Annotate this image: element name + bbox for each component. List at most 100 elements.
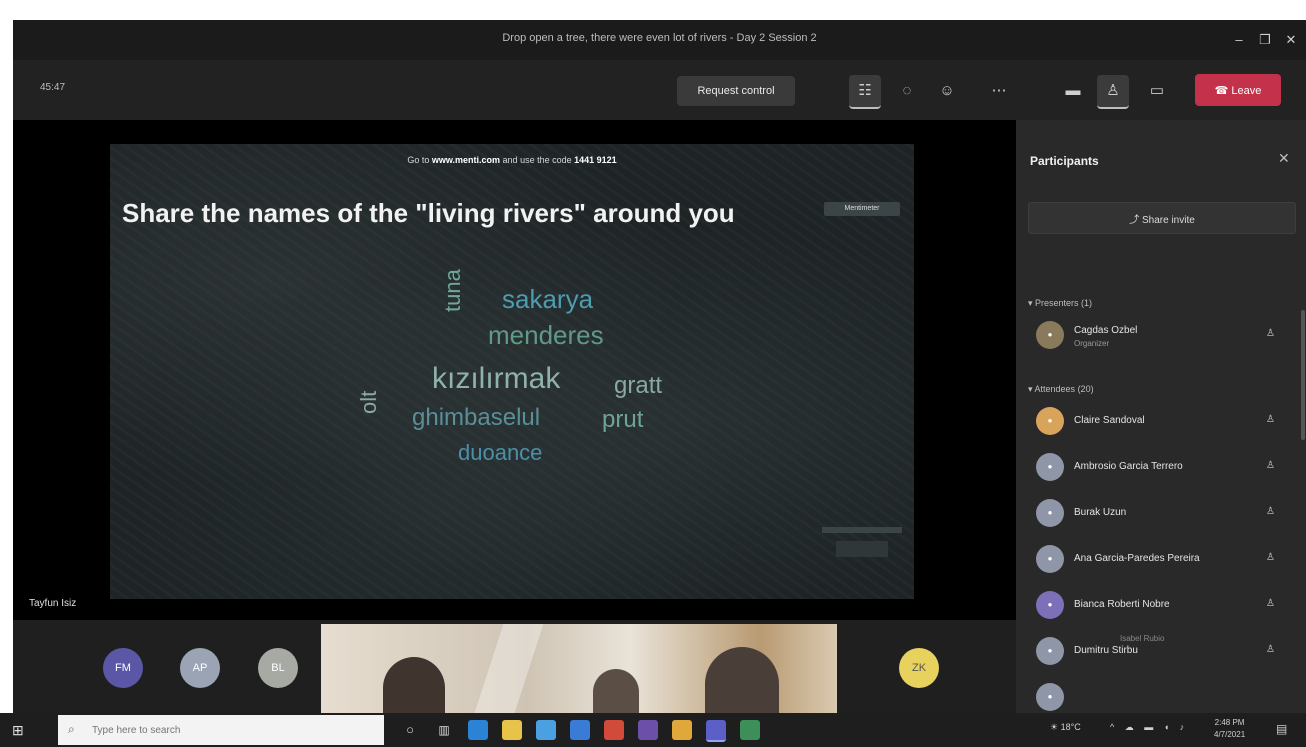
weather-widget[interactable]: ☀ 18°C (1050, 722, 1081, 733)
attendees-label: Attendees (20) (1034, 384, 1094, 394)
word-gratt: gratt (614, 372, 663, 399)
clock-time: 2:48 PM (1214, 718, 1245, 727)
cortana-icon[interactable]: ○ (400, 720, 420, 740)
avatar[interactable]: AP (180, 648, 220, 688)
word-menderes: menderes (488, 320, 604, 350)
share-invite-label: Share invite (1141, 214, 1195, 226)
edge-icon[interactable] (468, 720, 488, 740)
participants-panel: Participants ✕ ⤴ Share invite ▾ Presente… (1016, 120, 1306, 713)
word-prut: prut (602, 406, 644, 433)
avatar[interactable]: BL (258, 648, 298, 688)
onenote-icon[interactable] (638, 720, 658, 740)
participant-video-tile[interactable] (321, 624, 837, 713)
presenters-section[interactable]: ▾ Presenters (1) (1028, 298, 1092, 309)
speaker-name: Tayfun Isiz (25, 597, 81, 610)
avatar: ● (1036, 591, 1064, 619)
mic-icon: ♙ (1266, 644, 1275, 655)
excel-icon[interactable] (740, 720, 760, 740)
more-icon[interactable]: ⋯ (983, 75, 1015, 107)
participant-role: Organizer (1074, 339, 1110, 348)
word-ghimbaselul: ghimbaselul (412, 404, 541, 431)
meeting-toolbar: 45:47 Request control ☷ ◌ ☺ ⋯ ▬ ♙ ▭ ☎ Le… (13, 60, 1306, 120)
file-explorer-icon[interactable] (502, 720, 522, 740)
participant-row[interactable]: ● Cagdas Ozbel Organizer ♙ (1028, 316, 1298, 356)
teams-window: Drop open a tree, there were even lot of… (13, 20, 1306, 713)
join-mid: and use the code (500, 155, 575, 165)
weather-temp: 18°C (1060, 722, 1081, 732)
close-icon[interactable]: ✕ (1279, 28, 1303, 52)
shared-screen-stage: Go to www.menti.com and use the code 144… (13, 120, 1016, 620)
maximize-icon[interactable]: ❐ (1253, 28, 1277, 52)
footer-bar (836, 541, 888, 557)
notifications-icon[interactable]: ▤ (1276, 722, 1287, 736)
request-control-button[interactable]: Request control (677, 76, 795, 106)
attendees-section[interactable]: ▾ Attendees (20) (1028, 384, 1094, 395)
mic-icon[interactable]: ♙ (1097, 75, 1129, 109)
share-icon[interactable]: ▭ (1141, 75, 1173, 107)
word-kizilirmak: kızılırmak (432, 362, 561, 395)
mic-icon: ♙ (1266, 552, 1275, 563)
leave-label: Leave (1231, 84, 1262, 97)
search-icon: ⌕ (68, 722, 75, 736)
word-sakarya: sakarya (502, 284, 594, 314)
video-person (705, 647, 779, 713)
teams-icon[interactable] (706, 720, 726, 742)
office-icon[interactable] (604, 720, 624, 740)
avatar: ● (1036, 407, 1064, 435)
participant-row[interactable]: ● Ana Garcia-Paredes Pereira ♙ (1028, 540, 1298, 580)
system-tray-icons[interactable]: ^ ☁ ▬ ◖ ♪ (1110, 722, 1188, 733)
mail-icon[interactable] (570, 720, 590, 740)
close-icon[interactable]: ✕ (1278, 150, 1290, 167)
participant-row[interactable]: ● Bianca Roberti Nobre ♙ (1028, 586, 1298, 626)
participant-name: Ana Garcia-Paredes Pereira (1074, 553, 1200, 564)
minimize-icon[interactable]: – (1227, 28, 1251, 52)
join-site: www.menti.com (431, 155, 501, 165)
join-prefix: Go to (407, 155, 432, 165)
avatar: ● (1036, 453, 1064, 481)
windows-start-icon[interactable]: ⊞ (12, 722, 28, 738)
avatar: ● (1036, 683, 1064, 711)
video-light-beam (474, 624, 544, 713)
participant-row[interactable]: ● (1028, 678, 1298, 713)
windows-taskbar: ⊞ ⌕ ○ ▥ ☀ 18°C ^ ☁ ▬ ◖ ♪ 2:48 PM 4/7/202… (0, 713, 1306, 747)
avatar[interactable]: ZK (899, 648, 939, 688)
reactions-icon[interactable]: ☺ (931, 75, 963, 107)
avatar: ● (1036, 545, 1064, 573)
chat-icon[interactable]: ◌ (891, 75, 923, 107)
search-input[interactable] (58, 715, 384, 745)
participant-row[interactable]: ● Ambrosio Garcia Terrero ♙ (1028, 448, 1298, 488)
video-person (593, 669, 639, 713)
store-icon[interactable] (536, 720, 556, 740)
avatar: ● (1036, 637, 1064, 665)
presenters-label: Presenters (1) (1035, 298, 1093, 308)
mentimeter-slide: Go to www.menti.com and use the code 144… (110, 144, 914, 599)
panel-scrollbar[interactable] (1301, 310, 1305, 440)
taskbar-clock[interactable]: 2:48 PM 4/7/2021 (1214, 717, 1245, 741)
participant-name: Bianca Roberti Nobre (1074, 599, 1170, 610)
mic-icon: ♙ (1266, 328, 1275, 339)
task-view-icon[interactable]: ▥ (434, 720, 454, 740)
share-invite-button[interactable]: ⤴ Share invite (1028, 202, 1296, 234)
avatar: ● (1036, 499, 1064, 527)
footer-bar (822, 527, 902, 533)
participants-icon[interactable]: ☷ (849, 75, 881, 109)
participant-row[interactable]: ● Claire Sandoval ♙ (1028, 402, 1298, 442)
avatar: ● (1036, 321, 1064, 349)
chrome-icon[interactable] (672, 720, 692, 740)
participant-row[interactable]: ● Isabel Rubio Dumitru Stirbu ♙ (1028, 632, 1298, 672)
word-tuna: tuna (440, 269, 465, 312)
video-person (383, 657, 445, 713)
avatar[interactable]: FM (103, 648, 143, 688)
panel-title: Participants (1030, 154, 1099, 168)
participant-name: Claire Sandoval (1074, 415, 1145, 426)
slide-question: Share the names of the "living rivers" a… (122, 198, 735, 228)
participant-row[interactable]: ● Burak Uzun ♙ (1028, 494, 1298, 534)
leave-button[interactable]: ☎ Leave (1195, 74, 1281, 106)
title-bar: Drop open a tree, there were even lot of… (13, 20, 1306, 60)
meeting-timer: 45:47 (40, 82, 66, 93)
camera-icon[interactable]: ▬ (1057, 75, 1089, 107)
participant-name: Burak Uzun (1074, 507, 1127, 518)
participant-subtitle: Isabel Rubio (1120, 634, 1165, 643)
join-instructions: Go to www.menti.com and use the code 144… (110, 155, 914, 165)
taskbar-search[interactable]: ⌕ (58, 715, 384, 745)
